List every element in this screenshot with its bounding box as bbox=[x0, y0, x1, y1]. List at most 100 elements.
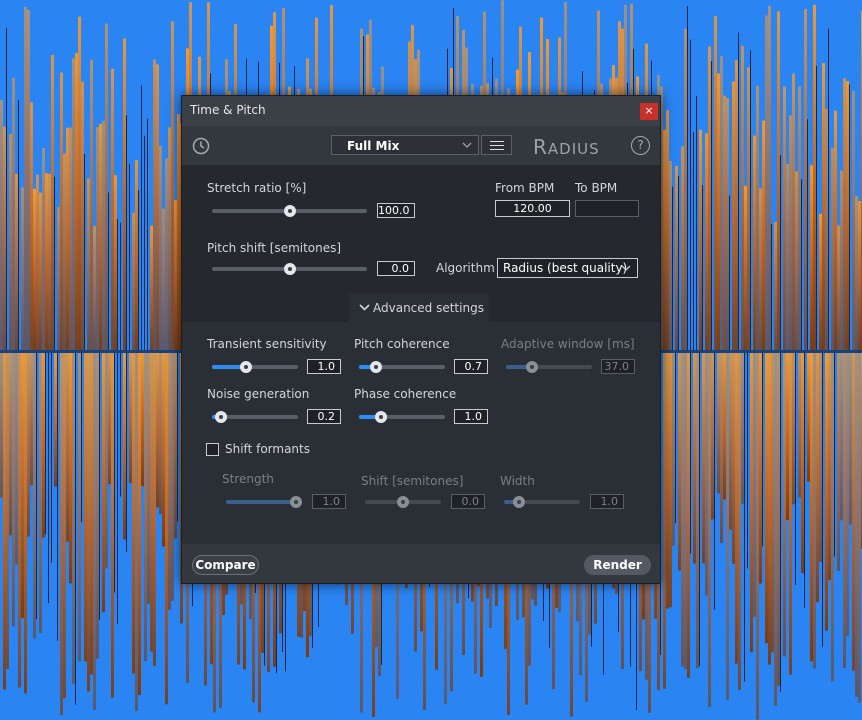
spectrum-column bbox=[678, 353, 681, 571]
shift-semitones-label: Shift [semitones] bbox=[361, 474, 464, 488]
dialog-title: Time & Pitch bbox=[190, 103, 266, 117]
spectrum-column bbox=[828, 28, 829, 350]
spectrum-column bbox=[837, 353, 840, 571]
spectrum-column bbox=[3, 353, 6, 690]
spectrum-column bbox=[723, 353, 726, 500]
spectrum-column bbox=[675, 353, 676, 524]
slider-knob bbox=[289, 496, 302, 508]
spectrum-column bbox=[48, 173, 51, 350]
spectrum-column bbox=[750, 353, 753, 653]
spectrum-column bbox=[819, 213, 822, 350]
spectrum-column bbox=[81, 353, 82, 523]
pitch-coherence-value[interactable]: 0.7 bbox=[454, 359, 488, 374]
spectrum-column bbox=[762, 353, 763, 547]
spectrum-column bbox=[6, 353, 9, 670]
slider-knob[interactable] bbox=[374, 411, 387, 423]
spectrum-column bbox=[105, 353, 108, 569]
spectrum-column bbox=[75, 353, 76, 705]
advanced-settings-toggle[interactable]: Advanced settings bbox=[349, 293, 489, 322]
spectrum-column bbox=[159, 353, 162, 514]
spectrum-column bbox=[804, 8, 807, 351]
dialog-footer: Compare Render bbox=[182, 544, 660, 583]
phase-coherence-value[interactable]: 1.0 bbox=[454, 409, 488, 424]
spectrum-column bbox=[138, 353, 141, 695]
close-button[interactable]: × bbox=[640, 103, 658, 120]
help-icon[interactable]: ? bbox=[631, 136, 650, 155]
spectrum-column bbox=[120, 353, 121, 497]
menu-icon bbox=[490, 148, 504, 150]
shift-formants-checkbox[interactable] bbox=[206, 443, 219, 456]
pitch-shift-label: Pitch shift [semitones] bbox=[207, 241, 342, 255]
width-label: Width bbox=[500, 474, 535, 488]
shift-formants-label[interactable]: Shift formants bbox=[225, 442, 310, 456]
spectrum-column bbox=[78, 353, 81, 662]
spectrum-column bbox=[855, 196, 858, 350]
spectrum-column bbox=[72, 353, 75, 685]
spectrum-column bbox=[849, 84, 850, 350]
transient-sensitivity-value[interactable]: 1.0 bbox=[307, 359, 341, 374]
title-bar[interactable]: Time & Pitch × bbox=[182, 96, 660, 126]
algorithm-dropdown[interactable]: Radius (best quality) bbox=[497, 258, 638, 278]
spectrum-column bbox=[813, 4, 816, 351]
spectrum-column bbox=[699, 129, 702, 350]
spectrum-column bbox=[108, 353, 111, 485]
spectrum-column bbox=[45, 353, 46, 535]
toolbar: Full Mix RADIUS ? bbox=[182, 126, 660, 165]
preset-menu-button[interactable] bbox=[481, 135, 512, 155]
spectrum-column bbox=[732, 353, 735, 564]
radius-logo: RADIUS bbox=[533, 135, 600, 159]
spectrum-column bbox=[765, 353, 768, 644]
from-bpm-input[interactable]: 120.00 bbox=[495, 200, 570, 217]
spectrum-column bbox=[729, 353, 732, 530]
transient-sensitivity-slider[interactable] bbox=[212, 361, 298, 373]
spectrum-column bbox=[9, 353, 12, 536]
time-pitch-dialog: Time & Pitch × Full Mix RADIUS ? Stretch… bbox=[181, 95, 661, 584]
spectrum-column bbox=[732, 81, 735, 351]
pitch-coherence-slider[interactable] bbox=[359, 361, 445, 373]
spectrum-column bbox=[66, 127, 69, 350]
spectrum-column bbox=[714, 353, 715, 610]
preset-dropdown[interactable]: Full Mix bbox=[331, 135, 479, 155]
spectrum-column bbox=[834, 353, 835, 557]
spectrum-column bbox=[177, 114, 180, 350]
render-button[interactable]: Render bbox=[584, 555, 651, 575]
spectrum-column bbox=[3, 126, 6, 350]
slider-knob[interactable] bbox=[240, 361, 253, 373]
spectrum-column bbox=[69, 353, 72, 584]
spectrum-column bbox=[744, 353, 745, 682]
slider-knob bbox=[397, 496, 409, 508]
spectrum-column bbox=[96, 353, 99, 659]
spectrum-column bbox=[39, 353, 42, 633]
phase-coherence-slider[interactable] bbox=[359, 411, 445, 423]
spectrum-column bbox=[57, 353, 58, 641]
stretch-ratio-value[interactable]: 100.0 bbox=[377, 203, 415, 218]
compare-button[interactable]: Compare bbox=[192, 555, 259, 575]
spectrum-column bbox=[102, 353, 105, 613]
slider-knob[interactable] bbox=[283, 263, 296, 275]
phase-coherence-label: Phase coherence bbox=[354, 387, 457, 401]
spectrum-column bbox=[816, 65, 817, 350]
spectrum-column bbox=[114, 353, 115, 593]
noise-generation-value[interactable]: 0.2 bbox=[307, 409, 341, 424]
slider-knob[interactable] bbox=[214, 411, 227, 423]
spectrum-column bbox=[714, 15, 717, 350]
spectrum-column bbox=[822, 353, 823, 647]
spectrum-column bbox=[663, 353, 666, 689]
pitch-shift-value[interactable]: 0.0 bbox=[377, 261, 415, 276]
spectrum-column bbox=[63, 153, 66, 350]
stretch-ratio-slider[interactable] bbox=[212, 205, 367, 217]
spectrum-column bbox=[777, 11, 780, 350]
slider-knob[interactable] bbox=[283, 205, 296, 217]
pitch-shift-slider[interactable] bbox=[212, 263, 367, 275]
spectrum-column bbox=[801, 179, 802, 350]
spectrum-column bbox=[726, 97, 729, 350]
to-bpm-input[interactable] bbox=[575, 200, 639, 217]
slider-knob[interactable] bbox=[370, 361, 383, 373]
noise-generation-slider[interactable] bbox=[212, 411, 298, 423]
logo-initial: R bbox=[533, 135, 548, 159]
chevron-down-icon bbox=[359, 304, 370, 311]
spectrum-column bbox=[159, 145, 162, 350]
spectrum-column bbox=[756, 353, 759, 720]
spectrum-column bbox=[102, 120, 105, 350]
history-clock-icon[interactable] bbox=[192, 137, 210, 155]
